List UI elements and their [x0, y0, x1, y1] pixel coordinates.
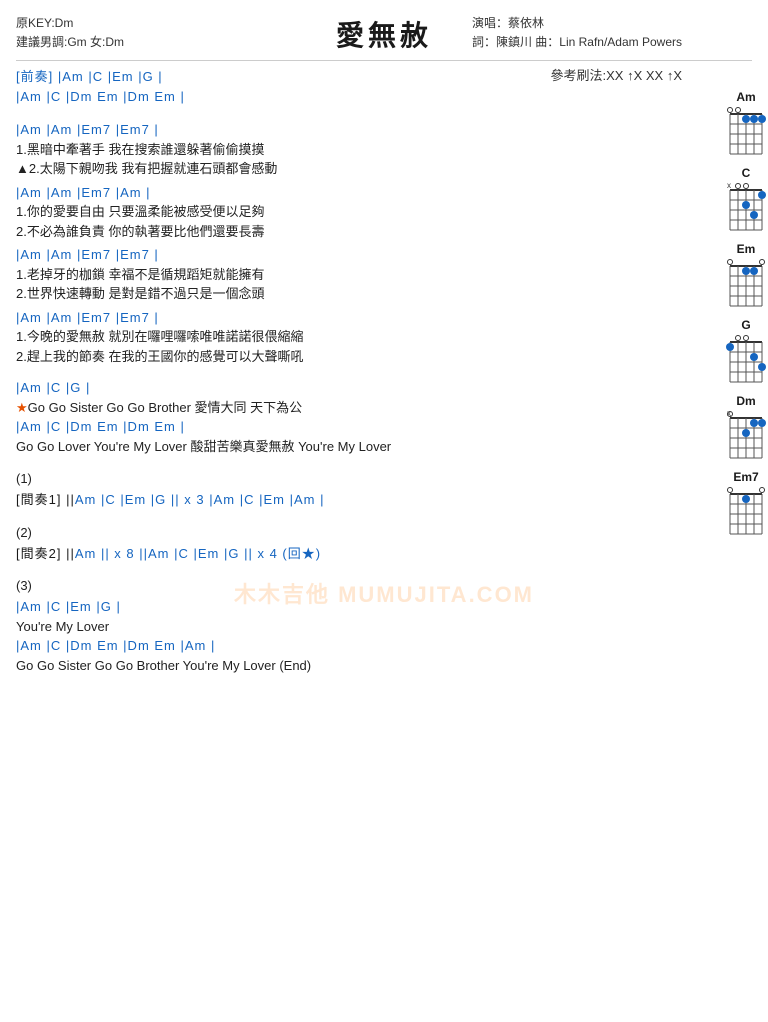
section4: |Am |Am |Em7 |Em7 | 1.今晚的愛無赦 就別在囉哩囉嗦唯唯諾諾… [16, 308, 687, 367]
original-key: 原KEY:Dm [16, 14, 124, 33]
section3: |Am |Am |Em7 |Em7 | 1.老掉牙的枷鎖 幸福不是循規蹈矩就能擁… [16, 245, 687, 304]
header: 原KEY:Dm 建議男調:Gm 女:Dm 愛無赦 演唱：蔡依林 詞：陳鎮川 曲：… [16, 14, 752, 54]
interlude1-bracket: [間奏1] || [16, 492, 75, 507]
words-music: 詞：陳鎮川 曲：Lin Rafn/Adam Powers [472, 33, 682, 52]
artist-label: 演唱：蔡依林 [472, 14, 682, 33]
interlude2-bracket: [間奏2] || [16, 546, 75, 561]
interlude2-section: (2) [間奏2] ||Am || x 8 ||Am |C |Em |G || … [16, 522, 687, 564]
interlude2-chords: Am || x 8 ||Am |C |Em |G || x 4 (回★) [75, 546, 321, 561]
page-title: 愛無赦 [336, 14, 432, 54]
chorus-line1-text: Go Go Sister Go Go Brother 愛情大同 天下為公 [28, 400, 303, 415]
interlude1-line: [間奏1] ||Am |C |Em |G || x 3 |Am |C |Em |… [16, 490, 687, 510]
main-content: 參考刷法:XX ↑X XX ↑X [前奏] |Am |C |Em |G | |A… [16, 67, 752, 675]
chorus-line1: ★Go Go Sister Go Go Brother 愛情大同 天下為公 [16, 398, 687, 418]
end-line1: You're My Lover [16, 617, 687, 637]
interlude1-section: (1) [間奏1] ||Am |C |Em |G || x 3 |Am |C |… [16, 468, 687, 510]
meta-right: 演唱：蔡依林 詞：陳鎮川 曲：Lin Rafn/Adam Powers [472, 14, 682, 52]
section3-chord-line: |Am |Am |Em7 |Em7 | [16, 245, 687, 265]
suggested-key: 建議男調:Gm 女:Dm [16, 33, 124, 52]
star-icon: ★ [16, 400, 28, 415]
section3-lyric2: 2.世界快速轉動 是對是錯不過只是一個念頭 [16, 284, 687, 304]
end-line2: Go Go Sister Go Go Brother You're My Lov… [16, 656, 687, 676]
chorus-line2: Go Go Lover You're My Lover 酸甜苦樂真愛無赦 You… [16, 437, 687, 457]
section1: |Am |Am |Em7 |Em7 | 1.黑暗中牽著手 我在搜索誰還躲著偷偷摸… [16, 120, 687, 179]
meta-left: 原KEY:Dm 建議男調:Gm 女:Dm [16, 14, 124, 52]
page: Am [0, 0, 768, 1022]
chorus-chord2: |Am |C |Dm Em |Dm Em | [16, 417, 687, 437]
strum-reference: 參考刷法:XX ↑X XX ↑X [551, 65, 682, 84]
section4-chord-line: |Am |Am |Em7 |Em7 | [16, 308, 687, 328]
chorus-chord1: |Am |C |G | [16, 378, 687, 398]
section4-lyric1: 1.今晚的愛無赦 就別在囉哩囉嗦唯唯諾諾很偎縮縮 [16, 327, 687, 347]
section1-lyric1: 1.黑暗中牽著手 我在搜索誰還躲著偷偷摸摸 [16, 140, 687, 160]
interlude2-line: [間奏2] ||Am || x 8 ||Am |C |Em |G || x 4 … [16, 544, 687, 564]
end-chord1: |Am |C |Em |G | [16, 597, 687, 617]
end-chord2: |Am |C |Dm Em |Dm Em |Am | [16, 636, 687, 656]
interlude1-label: (1) [16, 468, 687, 490]
header-divider [16, 60, 752, 61]
intro-line2: |Am |C |Dm Em |Dm Em | [16, 87, 687, 107]
section2-lyric1: 1.你的愛要自由 只要溫柔能被感受便以足夠 [16, 202, 687, 222]
section2-chord-line: |Am |Am |Em7 |Am | [16, 183, 687, 203]
section4-lyric2: 2.趕上我的節奏 在我的王國你的感覺可以大聲嘶吼 [16, 347, 687, 367]
interlude2-label: (2) [16, 522, 687, 544]
chorus-section: |Am |C |G | ★Go Go Sister Go Go Brother … [16, 378, 687, 456]
section3-lyric1: 1.老掉牙的枷鎖 幸福不是循規蹈矩就能擁有 [16, 265, 687, 285]
end-label: (3) [16, 575, 687, 597]
section2: |Am |Am |Em7 |Am | 1.你的愛要自由 只要溫柔能被感受便以足夠… [16, 183, 687, 242]
section1-chord-line: |Am |Am |Em7 |Em7 | [16, 120, 687, 140]
section1-lyric2: ▲2.太陽下親吻我 我有把握就連石頭都會感動 [16, 159, 687, 179]
section-end: (3) |Am |C |Em |G | You're My Lover |Am … [16, 575, 687, 675]
interlude1-chords: Am |C |Em |G || x 3 |Am |C |Em |Am | [75, 492, 325, 507]
section2-lyric2: 2.不必為誰負責 你的執著要比他們還要長壽 [16, 222, 687, 242]
